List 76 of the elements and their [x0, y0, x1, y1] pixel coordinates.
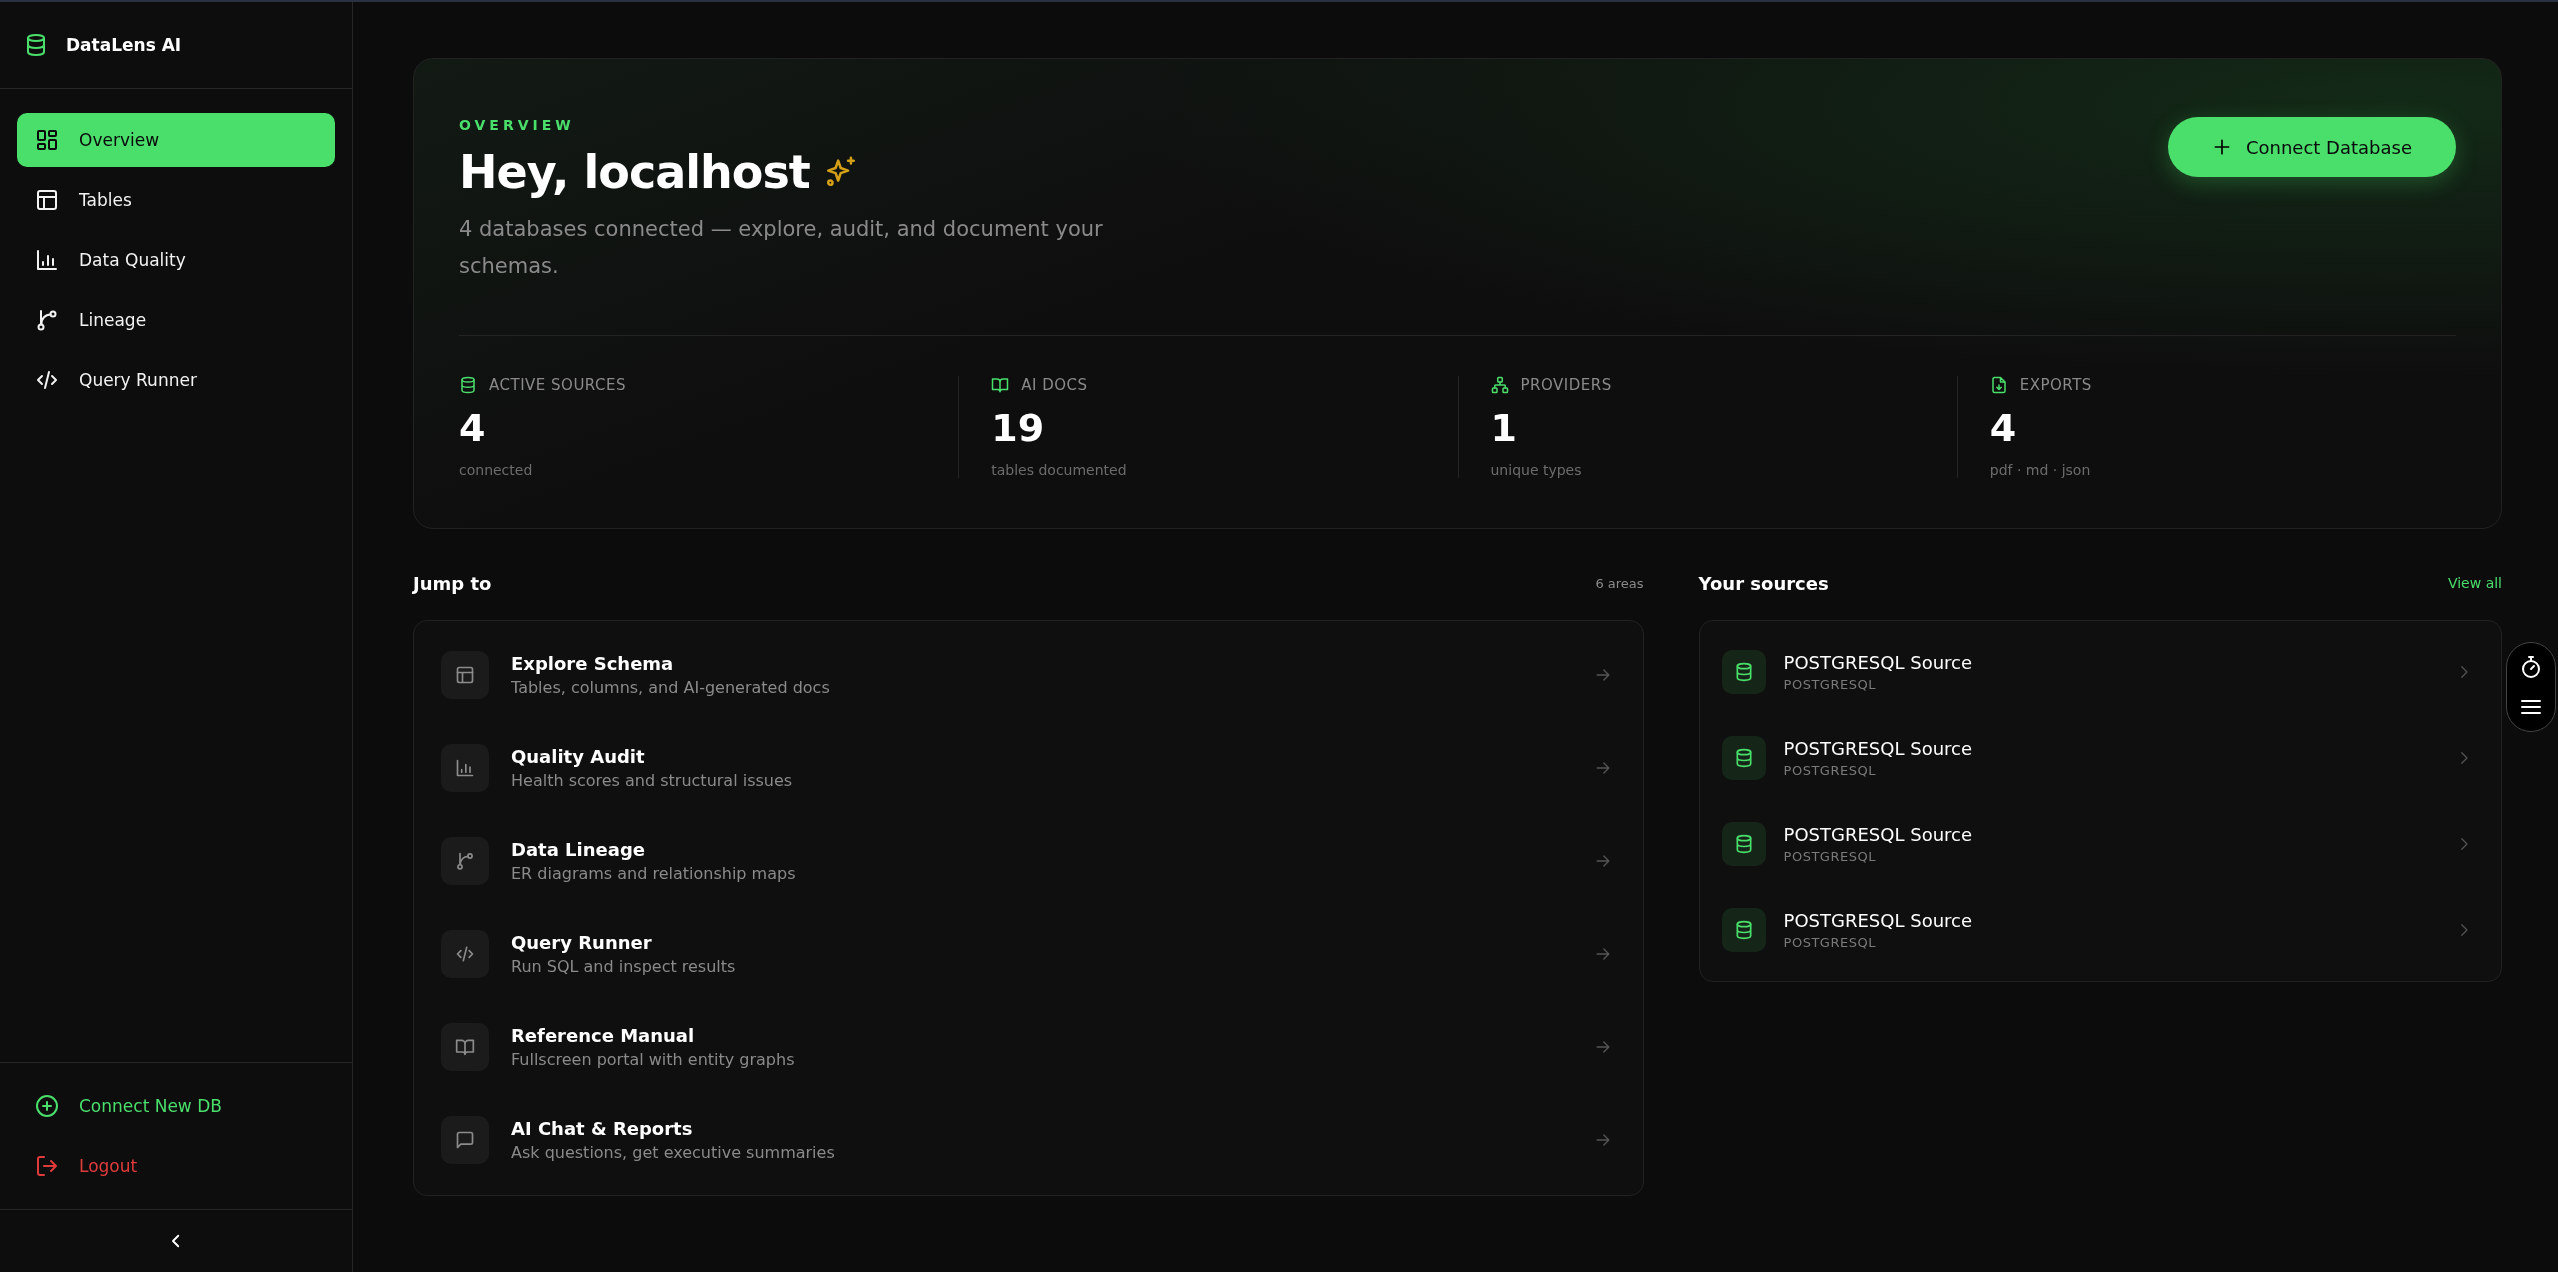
- section-title: Your sources: [1698, 572, 1829, 594]
- source-name: POSTGRESQL Source: [1783, 651, 1974, 673]
- jump-to-item[interactable]: Reference Manual Fullscreen portal with entity graphs: [414, 1000, 1643, 1094]
- chat-icon: [455, 1130, 475, 1150]
- book-icon: [455, 1037, 475, 1057]
- stat-label: ACTIVE SOURCES: [489, 375, 627, 394]
- item-description: Tables, columns, and AI-generated docs: [511, 678, 831, 697]
- logout-icon: [35, 1154, 59, 1178]
- jump-to-item[interactable]: Query Runner Run SQL and inspect results: [414, 907, 1643, 1001]
- table-icon: [455, 665, 475, 685]
- nav-item[interactable]: Lineage: [17, 293, 335, 347]
- view-all-link[interactable]: View all: [2447, 575, 2502, 591]
- connect-database-button[interactable]: Connect Database: [2167, 117, 2456, 177]
- database-icon: [24, 33, 48, 57]
- source-name: POSTGRESQL Source: [1783, 909, 1974, 931]
- app-name: DataLens AI: [66, 35, 182, 55]
- item-description: ER diagrams and relationship maps: [511, 864, 797, 883]
- branch-icon: [35, 308, 59, 332]
- database-icon: [459, 375, 477, 394]
- section-eyebrow: OVERVIEW: [459, 117, 576, 133]
- item-title: Explore Schema: [511, 653, 675, 674]
- logout-link[interactable]: Logout: [17, 1139, 335, 1193]
- jump-to-item[interactable]: Quality Audit Health scores and structural issues: [414, 721, 1643, 815]
- source-item[interactable]: POSTGRESQL Source POSTGRESQL: [1699, 886, 2501, 973]
- item-title: AI Chat & Reports: [511, 1118, 694, 1139]
- stat-value: 19: [991, 405, 1046, 450]
- stat-caption: unique types: [1490, 461, 1583, 478]
- source-type: POSTGRESQL: [1783, 934, 1877, 950]
- item-description: Run SQL and inspect results: [511, 957, 737, 976]
- plus-circle-icon: [35, 1094, 59, 1118]
- item-title: Quality Audit: [511, 746, 646, 767]
- branch-icon: [455, 851, 475, 871]
- bar-chart-icon: [35, 248, 59, 272]
- jump-to-item[interactable]: Data Lineage ER diagrams and relationship maps: [414, 814, 1643, 908]
- nav-item[interactable]: Query Runner: [17, 353, 335, 407]
- bar-chart-icon: [455, 758, 475, 778]
- stat-value: 4: [459, 405, 487, 450]
- item-title: Reference Manual: [511, 1025, 696, 1046]
- source-item[interactable]: POSTGRESQL Source POSTGRESQL: [1699, 714, 2501, 801]
- item-description: Ask questions, get executive summaries: [511, 1143, 836, 1162]
- source-type: POSTGRESQL: [1783, 762, 1877, 778]
- stat-value: 1: [1490, 405, 1518, 450]
- source-item[interactable]: POSTGRESQL Source POSTGRESQL: [1699, 800, 2501, 887]
- stat-label: EXPORTS: [2019, 375, 2092, 394]
- file-download-icon: [1989, 375, 2008, 394]
- stat-caption: pdf · md · json: [1989, 461, 2092, 478]
- stat-caption: tables documented: [991, 461, 1128, 478]
- source-name: POSTGRESQL Source: [1783, 823, 1974, 845]
- stat-value: 4: [1989, 405, 2018, 450]
- item-title: Query Runner: [511, 932, 653, 953]
- code-icon: [35, 368, 59, 392]
- stat-caption: connected: [459, 461, 534, 478]
- source-name: POSTGRESQL Source: [1783, 737, 1974, 759]
- item-description: Fullscreen portal with entity graphs: [511, 1050, 796, 1069]
- code-icon: [455, 944, 475, 964]
- area-count: 6 areas: [1595, 575, 1644, 591]
- table-icon: [35, 188, 59, 212]
- stat-label: PROVIDERS: [1520, 375, 1612, 394]
- jump-to-item[interactable]: AI Chat & Reports Ask questions, get executive summaries: [414, 1093, 1643, 1187]
- dashboard-icon: [35, 128, 59, 152]
- greeting-title: Hey, localhost: [459, 145, 810, 199]
- nav-item[interactable]: Overview: [17, 113, 335, 167]
- hierarchy-icon: [1490, 375, 1509, 394]
- nav-item[interactable]: Tables: [17, 173, 335, 227]
- book-icon: [991, 375, 1010, 394]
- jump-to-item[interactable]: Explore Schema Tables, columns, and AI-generated docs: [414, 628, 1643, 722]
- source-type: POSTGRESQL: [1783, 676, 1877, 692]
- stat-label: AI DOCS: [1021, 375, 1088, 394]
- connect-new-db-link[interactable]: Connect New DB: [17, 1079, 335, 1133]
- source-type: POSTGRESQL: [1783, 848, 1877, 864]
- item-description: Health scores and structural issues: [511, 771, 794, 790]
- source-item[interactable]: POSTGRESQL Source POSTGRESQL: [1699, 628, 2501, 715]
- nav-item[interactable]: Data Quality: [17, 233, 335, 287]
- item-title: Data Lineage: [511, 839, 646, 860]
- section-title: Jump to: [413, 572, 492, 594]
- summary-text: 4 databases connected — explore, audit, and document your schemas.: [459, 216, 1104, 280]
